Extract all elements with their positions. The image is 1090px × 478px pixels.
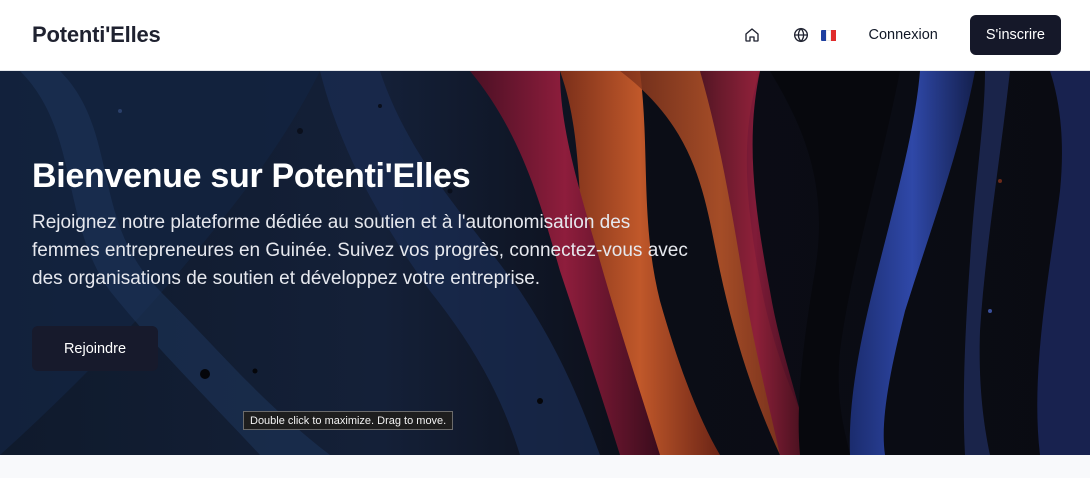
home-icon[interactable]	[741, 24, 763, 46]
top-navbar: Potenti'Elles Connexion S'inscrire	[0, 0, 1090, 71]
signup-button[interactable]: S'inscrire	[969, 15, 1061, 55]
login-link[interactable]: Connexion	[869, 27, 938, 43]
globe-icon	[790, 24, 812, 46]
france-flag-icon	[820, 29, 837, 41]
next-section	[0, 455, 1090, 478]
hero-description: Rejoignez notre plateforme dédiée au sou…	[32, 212, 688, 289]
window-tooltip: Double click to maximize. Drag to move.	[243, 411, 454, 430]
join-button[interactable]: Rejoindre	[32, 326, 158, 371]
hero-content: Bienvenue sur Potenti'Elles Rejoignez no…	[32, 155, 692, 293]
language-switcher[interactable]	[790, 24, 837, 46]
hero-title: Bienvenue sur Potenti'Elles	[32, 157, 471, 195]
brand-logo[interactable]: Potenti'Elles	[32, 22, 161, 48]
nav-actions: Connexion S'inscrire	[741, 15, 1061, 55]
hero-section: Bienvenue sur Potenti'Elles Rejoignez no…	[0, 71, 1090, 455]
